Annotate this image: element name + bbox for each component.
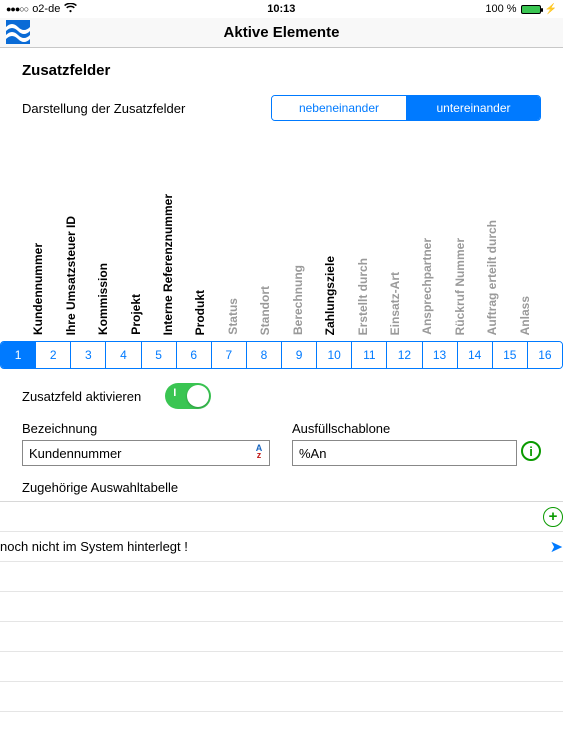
display-mode-segmented[interactable]: nebeneinander untereinander <box>271 95 541 121</box>
battery-icon <box>521 5 541 14</box>
column-label: Kommission <box>87 191 119 341</box>
column-number-10[interactable]: 10 <box>316 342 351 368</box>
empty-row <box>0 682 563 712</box>
table-row[interactable]: noch nicht im System hinterlegt ! ➤ <box>0 532 563 562</box>
nav-bar: Aktive Elemente <box>0 18 563 48</box>
column-labels-row: KundennummerIhre Umsatzsteuer IDKommissi… <box>22 191 541 341</box>
column-number-14[interactable]: 14 <box>457 342 492 368</box>
carrier-label: o2-de <box>32 3 60 15</box>
selection-table: + noch nicht im System hinterlegt ! ➤ <box>0 501 563 712</box>
column-label: Erstellt durch <box>346 191 378 341</box>
schablone-label: Ausfüllschablone <box>292 421 517 436</box>
empty-row <box>0 562 563 592</box>
column-label: Auftrag erteilt durch <box>476 191 508 341</box>
column-numbers-segmented[interactable]: 12345678910111213141516 <box>0 341 563 369</box>
seg-option-untereinander[interactable]: untereinander <box>406 96 540 120</box>
column-label: Berechnung <box>282 191 314 341</box>
sort-az-icon[interactable]: Az <box>252 445 266 459</box>
section-title: Zusatzfelder <box>22 62 541 79</box>
column-label: Status <box>217 191 249 341</box>
empty-row <box>0 622 563 652</box>
column-number-1[interactable]: 1 <box>1 342 35 368</box>
selection-table-label: Zugehörige Auswahltabelle <box>22 480 541 495</box>
column-label: Kundennummer <box>22 191 54 341</box>
column-label: Anlass <box>509 191 541 341</box>
bezeichnung-input[interactable] <box>22 440 270 466</box>
column-number-7[interactable]: 7 <box>211 342 246 368</box>
column-number-3[interactable]: 3 <box>70 342 105 368</box>
column-label: Zahlungsziele <box>314 191 346 341</box>
column-label: Projekt <box>119 191 151 341</box>
app-logo-icon <box>6 20 30 44</box>
page-title: Aktive Elemente <box>224 24 340 41</box>
add-row: + <box>0 502 563 532</box>
display-mode-label: Darstellung der Zusatzfelder <box>22 101 185 116</box>
column-number-16[interactable]: 16 <box>527 342 562 368</box>
column-label: Rückruf Nummer <box>444 191 476 341</box>
activate-label: Zusatzfeld aktivieren <box>22 389 141 404</box>
empty-row <box>0 652 563 682</box>
column-number-6[interactable]: 6 <box>176 342 211 368</box>
column-number-9[interactable]: 9 <box>281 342 316 368</box>
column-label: Interne Referenznummer <box>152 191 184 341</box>
seg-option-nebeneinander[interactable]: nebeneinander <box>272 96 406 120</box>
info-icon[interactable]: i <box>521 441 541 461</box>
send-icon[interactable]: ➤ <box>550 537 563 557</box>
wifi-icon <box>64 3 77 16</box>
status-time: 10:13 <box>267 3 295 15</box>
schablone-input[interactable] <box>292 440 517 466</box>
status-bar: ●●●○○ o2-de 10:13 100 % ⚡ <box>0 0 563 18</box>
add-button[interactable]: + <box>543 507 563 527</box>
column-number-11[interactable]: 11 <box>351 342 386 368</box>
activate-toggle[interactable]: I <box>165 383 211 409</box>
column-number-2[interactable]: 2 <box>35 342 70 368</box>
column-number-15[interactable]: 15 <box>492 342 527 368</box>
column-number-5[interactable]: 5 <box>141 342 176 368</box>
column-label: Einsatz-Art <box>379 191 411 341</box>
column-number-8[interactable]: 8 <box>246 342 281 368</box>
column-number-12[interactable]: 12 <box>386 342 421 368</box>
column-number-13[interactable]: 13 <box>422 342 457 368</box>
bezeichnung-label: Bezeichnung <box>22 421 270 436</box>
charging-icon: ⚡ <box>545 4 557 15</box>
column-label: Ansprechpartner <box>411 191 443 341</box>
empty-row <box>0 592 563 622</box>
table-row-text: noch nicht im System hinterlegt ! <box>0 539 188 554</box>
column-label: Produkt <box>184 191 216 341</box>
battery-pct: 100 % <box>485 3 516 15</box>
column-label: Standort <box>249 191 281 341</box>
column-number-4[interactable]: 4 <box>105 342 140 368</box>
signal-dots: ●●●○○ <box>6 4 28 14</box>
column-label: Ihre Umsatzsteuer ID <box>54 191 86 341</box>
